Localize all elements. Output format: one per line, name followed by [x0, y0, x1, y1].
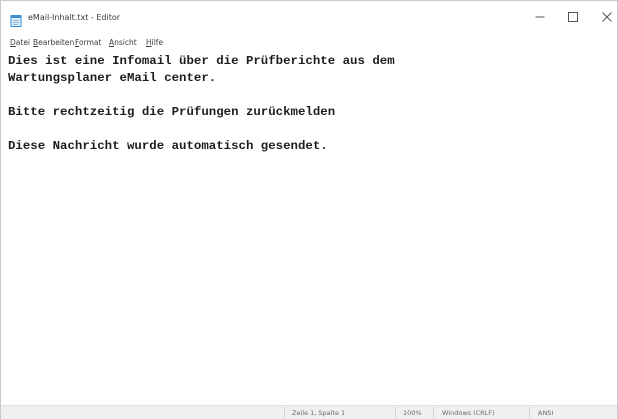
menu-ansicht[interactable]: Ansicht: [109, 37, 137, 49]
text-editor-area[interactable]: Dies ist eine Infomail über die Prüfberi…: [8, 51, 598, 405]
status-separator: [395, 407, 396, 418]
notepad-icon: [10, 12, 22, 27]
notepad-window: eMail-Inhalt.txt - Editor Datei Bearbeit…: [0, 0, 618, 419]
document-line-2: Wartungsplaner eMail center.: [8, 71, 217, 85]
minimize-icon: [535, 12, 545, 22]
close-icon: [602, 12, 612, 22]
status-line-ending: Windows (CRLF): [442, 409, 495, 417]
status-encoding: ANSI: [538, 409, 554, 417]
menu-format[interactable]: Format: [75, 37, 101, 49]
status-zoom: 100%: [403, 409, 422, 417]
title-bar[interactable]: eMail-Inhalt.txt - Editor: [1, 1, 617, 33]
menu-datei[interactable]: Datei: [10, 37, 30, 49]
menu-bearbeiten[interactable]: Bearbeiten: [33, 37, 74, 49]
status-cursor-position: Zeile 1, Spalte 1: [292, 409, 346, 417]
status-separator: [284, 407, 285, 418]
maximize-button[interactable]: [554, 1, 592, 33]
status-bar: Zeile 1, Spalte 1 100% Windows (CRLF) AN…: [1, 405, 617, 419]
document-line-1: Dies ist eine Infomail über die Prüfberi…: [8, 54, 395, 68]
document-line-4: Bitte rechtzeitig die Prüfungen zurückme…: [8, 105, 336, 119]
maximize-icon: [568, 12, 578, 22]
menu-hilfe[interactable]: Hilfe: [146, 37, 163, 49]
status-separator: [529, 407, 530, 418]
document-line-6: Diese Nachricht wurde automatisch gesend…: [8, 139, 328, 153]
menu-bar: Datei Bearbeiten Format Ansicht Hilfe: [1, 35, 617, 50]
window-title: eMail-Inhalt.txt - Editor: [28, 13, 121, 22]
status-separator: [433, 407, 434, 418]
close-button[interactable]: [588, 1, 618, 33]
